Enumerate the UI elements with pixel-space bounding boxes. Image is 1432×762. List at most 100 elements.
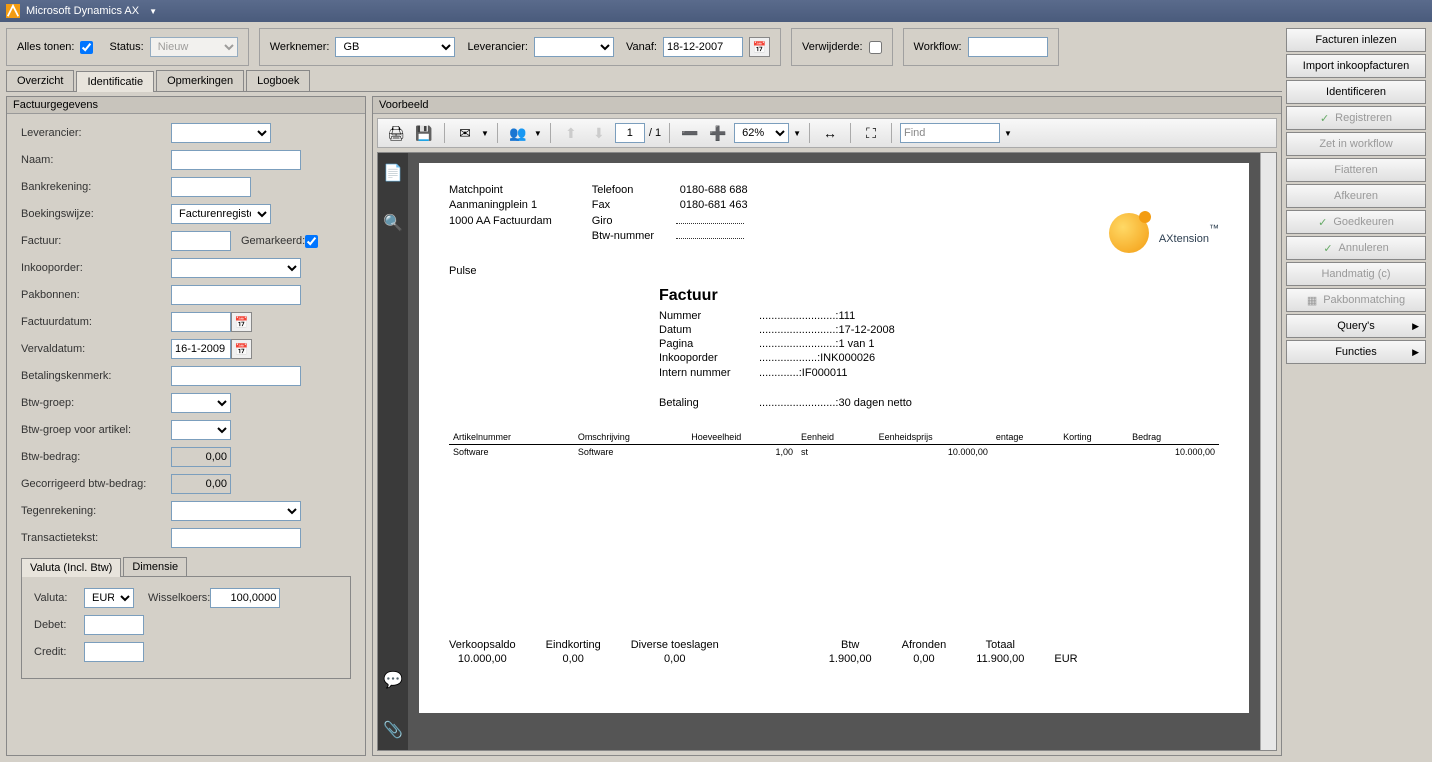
doc-telefoon: 0180-688 688 — [680, 183, 748, 198]
facturen-inlezen-button[interactable]: Facturen inlezen — [1286, 28, 1426, 52]
annuleren-button[interactable]: ✓Annuleren — [1286, 236, 1426, 260]
naam-label: Naam: — [21, 154, 171, 166]
boekingswijze-select[interactable]: Facturenregister — [171, 204, 271, 224]
werknemer-select[interactable]: GB — [335, 37, 455, 57]
tab-logboek[interactable]: Logboek — [246, 70, 310, 91]
bankrekening-label: Bankrekening: — [21, 181, 171, 193]
pakbonmatching-button[interactable]: ▦Pakbonmatching — [1286, 288, 1426, 312]
leverancier-select[interactable] — [534, 37, 614, 57]
valuta-select[interactable]: EUR — [84, 588, 134, 608]
vervaldatum-input[interactable] — [171, 339, 231, 359]
vervaldatum-label: Vervaldatum: — [21, 343, 171, 355]
leverancier-field-label: Leverancier: — [21, 127, 171, 139]
check-icon: ✓ — [1318, 216, 1327, 229]
action-panel: Facturen inlezen Import inkoopfacturen I… — [1286, 28, 1426, 756]
doc-company-city: 1000 AA Factuurdam — [449, 214, 552, 229]
comments-icon[interactable]: 💬 — [383, 670, 403, 690]
collaborate-icon[interactable]: 👥 — [506, 121, 530, 145]
main-tabs: Overzicht Identificatie Opmerkingen Logb… — [6, 70, 1282, 92]
voorbeeld-panel: Voorbeeld 🖨 💾 ✉▼ 👥▼ ⬆ ⬇ / 1 ➖ ➕ — [372, 96, 1282, 756]
gemarkeerd-checkbox[interactable] — [305, 235, 318, 248]
gemarkeerd-label: Gemarkeerd: — [241, 235, 305, 247]
search-icon[interactable]: 🔍 — [383, 213, 403, 233]
tab-overzicht[interactable]: Overzicht — [6, 70, 74, 91]
fiatteren-button[interactable]: Fiatteren — [1286, 158, 1426, 182]
btwbedrag-value — [171, 447, 231, 467]
factuurdatum-input[interactable] — [171, 312, 231, 332]
betalingskenmerk-input[interactable] — [171, 366, 301, 386]
btwgroep-artikel-select[interactable] — [171, 420, 231, 440]
vertical-scrollbar[interactable] — [1260, 153, 1276, 750]
prev-page-icon[interactable]: ⬆ — [559, 121, 583, 145]
axtension-logo: AXtension™ — [1109, 213, 1219, 253]
doc-giro-label: Giro — [592, 214, 672, 229]
doc-btwnr-label: Btw-nummer — [592, 229, 672, 244]
inkooporder-select[interactable] — [171, 258, 301, 278]
transactietekst-label: Transactietekst: — [21, 532, 171, 544]
btwgroep-select[interactable] — [171, 393, 231, 413]
pakbonnen-input[interactable] — [171, 285, 301, 305]
goedkeuren-button[interactable]: ✓Goedkeuren — [1286, 210, 1426, 234]
vervaldatum-calendar-icon[interactable]: 📅 — [231, 339, 252, 359]
doc-nummer-label: Nummer — [659, 309, 759, 323]
registreren-button[interactable]: ✓Registreren — [1286, 106, 1426, 130]
bankrekening-input[interactable] — [171, 177, 251, 197]
leverancier-label: Leverancier: — [467, 41, 528, 53]
btwgroep-label: Btw-groep: — [21, 397, 171, 409]
afkeuren-button[interactable]: Afkeuren — [1286, 184, 1426, 208]
pages-icon[interactable]: 📄 — [383, 163, 403, 183]
verwijderde-checkbox[interactable] — [869, 41, 882, 54]
tab-opmerkingen[interactable]: Opmerkingen — [156, 70, 244, 91]
save-icon[interactable]: 💾 — [412, 121, 436, 145]
logo-ball-icon — [1109, 213, 1149, 253]
pakbonnen-label: Pakbonnen: — [21, 289, 171, 301]
zoom-select[interactable]: 62% — [734, 123, 789, 143]
vanaf-calendar-icon[interactable]: 📅 — [749, 37, 770, 57]
fit-width-icon[interactable]: ↔ — [818, 121, 842, 145]
chevron-right-icon: ▶ — [1412, 347, 1419, 358]
gecorr-btw-value — [171, 474, 231, 494]
workflow-input[interactable] — [968, 37, 1048, 57]
zoom-out-icon[interactable]: ➖ — [678, 121, 702, 145]
zoom-in-icon[interactable]: ➕ — [706, 121, 730, 145]
page-current-input[interactable] — [615, 123, 645, 143]
import-inkoop-button[interactable]: Import inkoopfacturen — [1286, 54, 1426, 78]
identificeren-button[interactable]: Identificeren — [1286, 80, 1426, 104]
vanaf-input[interactable] — [663, 37, 743, 57]
zet-workflow-button[interactable]: Zet in workflow — [1286, 132, 1426, 156]
factuurgegevens-panel: Factuurgegevens Leverancier: Naam: Bankr… — [6, 96, 366, 756]
doc-title: Factuur — [659, 287, 1219, 305]
naam-input[interactable] — [171, 150, 301, 170]
email-icon[interactable]: ✉ — [453, 121, 477, 145]
next-page-icon[interactable]: ⬇ — [587, 121, 611, 145]
find-input[interactable] — [900, 123, 1000, 143]
tab-identificatie[interactable]: Identificatie — [76, 71, 154, 92]
factuurdatum-calendar-icon[interactable]: 📅 — [231, 312, 252, 332]
querys-button[interactable]: Query's▶ — [1286, 314, 1426, 338]
factuur-label: Factuur: — [21, 235, 171, 247]
factuurdatum-label: Factuurdatum: — [21, 316, 171, 328]
credit-input[interactable] — [84, 642, 144, 662]
factuur-input[interactable] — [171, 231, 231, 251]
attachment-icon[interactable]: 📎 — [383, 720, 403, 740]
transactietekst-input[interactable] — [171, 528, 301, 548]
pdf-toolbar: 🖨 💾 ✉▼ 👥▼ ⬆ ⬇ / 1 ➖ ➕ 62%▼ ↔ — [377, 118, 1277, 148]
debet-input[interactable] — [84, 615, 144, 635]
wisselkoers-input[interactable] — [210, 588, 280, 608]
print-icon[interactable]: 🖨 — [384, 121, 408, 145]
handmatig-button[interactable]: Handmatig (c) — [1286, 262, 1426, 286]
status-select[interactable]: Nieuw — [150, 37, 238, 57]
tegenrekening-select[interactable] — [171, 501, 301, 521]
fit-page-icon[interactable]: ⛶ — [859, 121, 883, 145]
invoice-totals: Verkoopsaldo10.000,00 Eindkorting0,00 Di… — [449, 639, 1219, 665]
grid-icon: ▦ — [1307, 294, 1317, 307]
subtab-valuta[interactable]: Valuta (Incl. Btw) — [21, 558, 121, 577]
alles-tonen-checkbox[interactable] — [80, 41, 93, 54]
subtab-dimensie[interactable]: Dimensie — [123, 557, 187, 576]
leverancier-field[interactable] — [171, 123, 271, 143]
app-dropdown-icon[interactable]: ▼ — [149, 7, 157, 16]
check-icon: ✓ — [1320, 112, 1329, 125]
invoice-document: Matchpoint Aanmaningplein 1 1000 AA Fact… — [419, 163, 1249, 713]
functies-button[interactable]: Functies▶ — [1286, 340, 1426, 364]
doc-datum: 17-12-2008 — [838, 323, 894, 337]
